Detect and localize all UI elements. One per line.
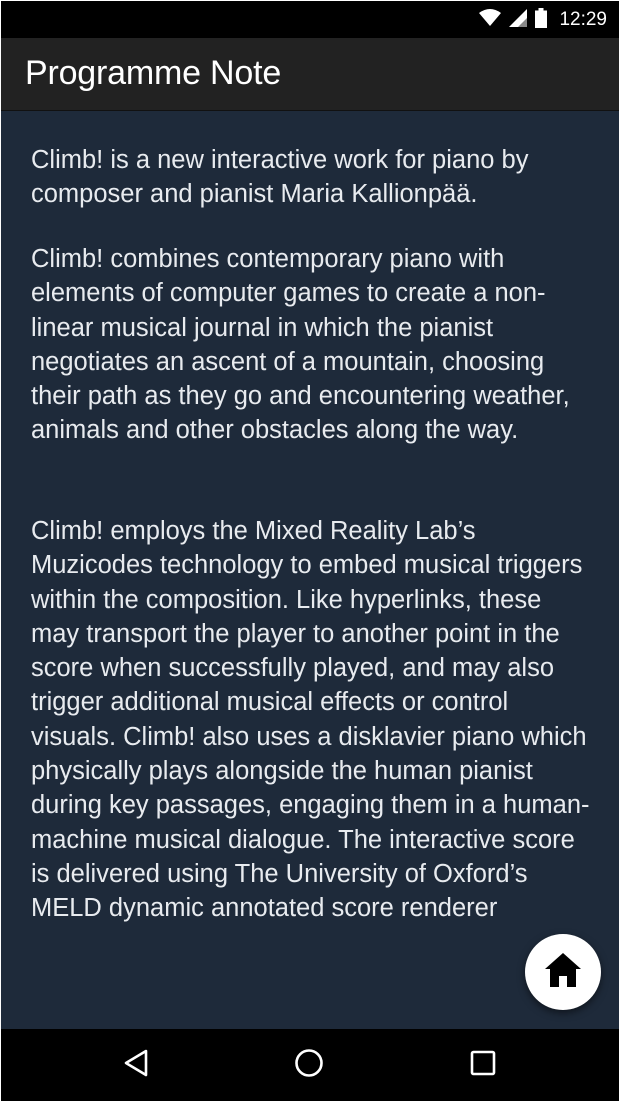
back-button[interactable] bbox=[114, 1043, 158, 1087]
navigation-bar bbox=[1, 1029, 619, 1101]
programme-note-content[interactable]: Climb! is a new interactive work for pia… bbox=[1, 111, 619, 1029]
home-nav-button[interactable] bbox=[287, 1043, 331, 1087]
app-bar: Programme Note bbox=[1, 38, 619, 111]
recents-button[interactable] bbox=[461, 1043, 505, 1087]
status-bar: 12:29 bbox=[1, 1, 619, 38]
home-circle-icon bbox=[294, 1048, 324, 1083]
cell-signal-icon bbox=[509, 8, 528, 32]
battery-icon bbox=[535, 7, 548, 33]
recents-icon bbox=[470, 1050, 496, 1081]
home-button[interactable] bbox=[525, 934, 601, 1010]
page-title: Programme Note bbox=[25, 54, 282, 92]
paragraph-intro: Climb! is a new interactive work for pia… bbox=[31, 146, 529, 209]
paragraph-technology: Climb! employs the Mixed Reality Lab’s M… bbox=[31, 517, 590, 923]
home-icon bbox=[543, 951, 583, 994]
phone-screen: 12:29 Programme Note Climb! is a new int… bbox=[1, 1, 619, 1101]
status-time: 12:29 bbox=[559, 9, 607, 30]
status-icons: 12:29 bbox=[479, 7, 607, 33]
back-icon bbox=[123, 1049, 149, 1082]
wifi-icon bbox=[479, 8, 502, 32]
paragraph-description: Climb! combines contemporary piano with … bbox=[31, 245, 570, 445]
